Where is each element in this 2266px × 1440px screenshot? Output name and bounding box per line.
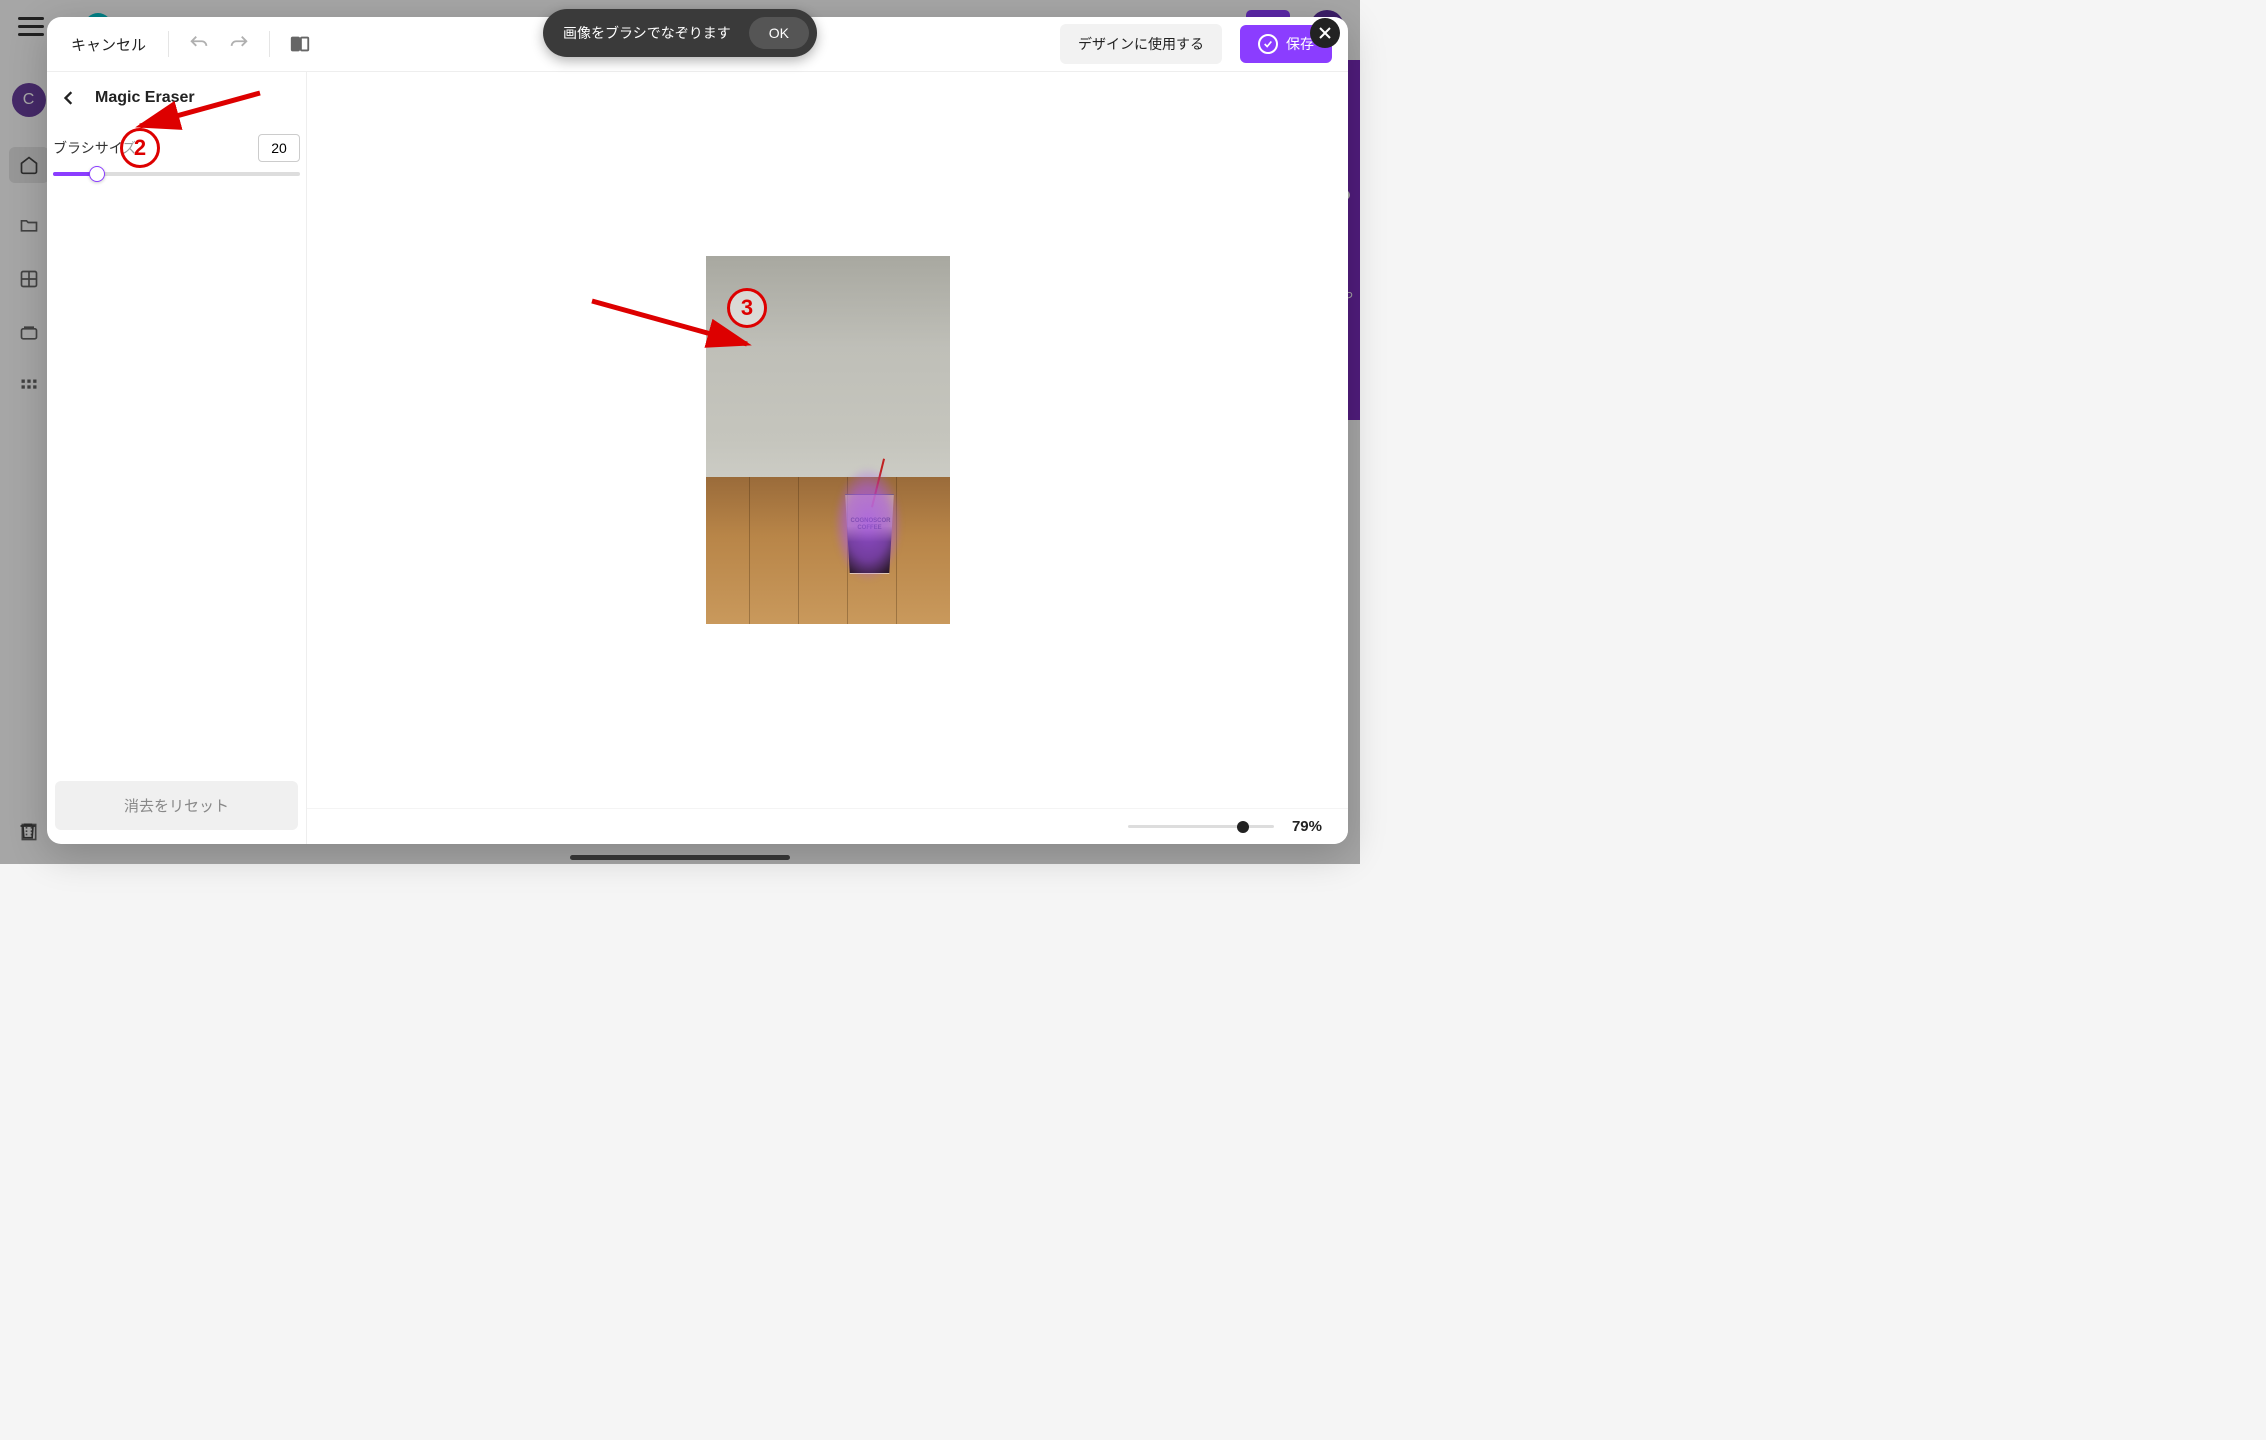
panel-title: Magic Eraser [95, 89, 195, 107]
reset-erase-button[interactable]: 消去をリセット [55, 781, 298, 830]
canvas-viewport[interactable]: COGNOSCOR COFFEE 3 [307, 72, 1348, 808]
brush-size-input[interactable] [258, 134, 300, 162]
zoom-percent-label: 79% [1292, 818, 1322, 835]
redo-button[interactable] [223, 28, 255, 60]
panel-header: Magic Eraser [47, 72, 306, 124]
undo-button[interactable] [183, 28, 215, 60]
modal-body: Magic Eraser ブラシサイズ 消去をリセット [47, 72, 1348, 844]
use-in-design-button[interactable]: デザインに使用する [1060, 24, 1222, 64]
compare-button[interactable] [284, 28, 316, 60]
zoom-bar: 79% [307, 808, 1348, 844]
instruction-toast: 画像をブラシでなぞります OK [543, 9, 817, 57]
slider-thumb[interactable] [89, 166, 105, 182]
check-circle-icon [1258, 34, 1278, 54]
home-indicator [570, 855, 790, 860]
zoom-slider[interactable] [1128, 825, 1274, 828]
compare-icon [289, 33, 311, 55]
canvas-area: COGNOSCOR COFFEE 3 79% [307, 72, 1348, 844]
close-button[interactable] [1310, 18, 1340, 48]
undo-icon [188, 33, 210, 55]
close-icon [1318, 26, 1332, 40]
toast-message: 画像をブラシでなぞります [563, 23, 731, 43]
brush-size-slider[interactable] [53, 172, 300, 176]
cancel-button[interactable]: キャンセル [63, 28, 154, 61]
editor-modal: キャンセル B7F9…… …… …… …… …… i デザインに使用する 保存 [47, 17, 1348, 844]
left-panel: Magic Eraser ブラシサイズ 消去をリセット [47, 72, 307, 844]
brush-size-section: ブラシサイズ [47, 124, 306, 186]
toast-ok-button[interactable]: OK [749, 17, 809, 49]
back-button[interactable] [57, 86, 81, 110]
divider [269, 31, 270, 57]
annotation-step-2: 2 [120, 128, 160, 168]
divider [168, 31, 169, 57]
zoom-slider-thumb[interactable] [1237, 821, 1249, 833]
chevron-left-icon [62, 91, 76, 105]
annotation-step-3: 3 [727, 288, 767, 328]
brush-stroke-overlay [818, 444, 918, 604]
redo-icon [228, 33, 250, 55]
